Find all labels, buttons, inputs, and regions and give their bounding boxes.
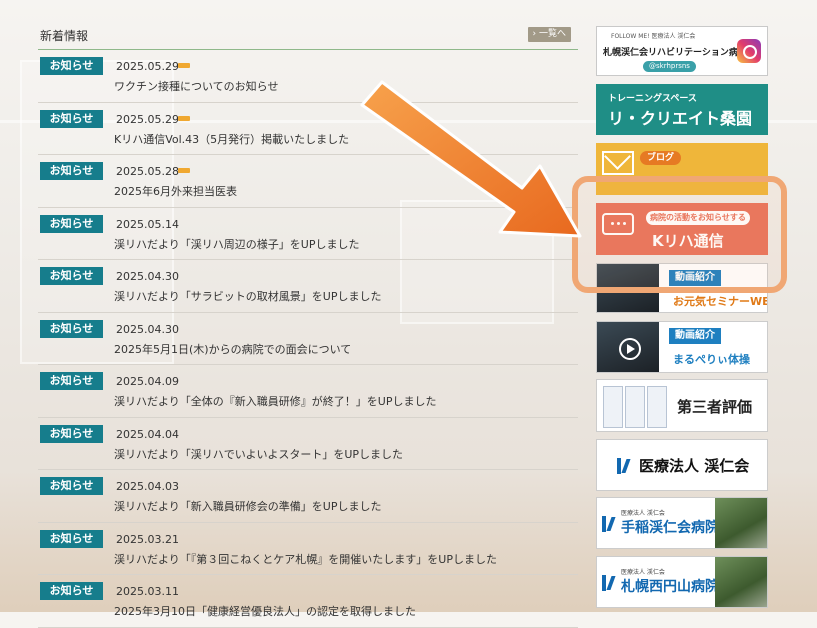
- news-headline[interactable]: ワクチン接種についてのお知らせ: [114, 78, 278, 94]
- corporation-title: 医療法人 渓仁会: [639, 457, 750, 475]
- exercise-video-banner[interactable]: 動画紹介 まるぺりぃ体操: [596, 321, 768, 373]
- training-space-banner[interactable]: トレーニングスペース リ・クリエイト桑園: [596, 84, 768, 135]
- news-date: 2025.05.29: [116, 60, 179, 73]
- follow-text: FOLLOW ME! 医療法人 渓仁会: [611, 33, 696, 40]
- hospital-name-text: 札幌渓仁会リハビリテーション病院: [603, 48, 747, 58]
- category-badge: お知らせ: [40, 424, 103, 443]
- video-label: 動画紹介: [669, 328, 721, 344]
- news-item[interactable]: お知らせ 2025.05.28 2025年6月外来担当医表: [38, 155, 578, 208]
- news-date: 2025.04.09: [116, 375, 179, 388]
- video-title: お元気セミナーWEB: [673, 295, 768, 308]
- nishimaruyama-hospital-banner[interactable]: 医療法人 渓仁会 札幌西円山病院: [596, 556, 768, 608]
- new-badge: [178, 168, 190, 173]
- instagram-icon: [737, 39, 761, 63]
- news-headline[interactable]: 渓リハだより「新入職員研修会の準備」をUPしました: [114, 498, 381, 514]
- category-badge: お知らせ: [40, 109, 103, 128]
- news-item[interactable]: お知らせ 2025.05.29 Kリハ通信Vol.43（5月発行）掲載いたしました: [38, 103, 578, 155]
- news-headline[interactable]: 渓リハだより「渓リハ周辺の様子」をUPしました: [114, 236, 359, 252]
- news-item[interactable]: お知らせ 2025.03.21 渓リハだより「『第３回こねくとケア札幌』を開催いたし…: [38, 523, 578, 575]
- news-item[interactable]: お知らせ 2025.04.30 2025年5月1日(木)からの病院での面会について: [38, 313, 578, 365]
- hospital-name: 札幌西円山病院: [621, 579, 719, 595]
- news-date: 2025.04.30: [116, 270, 179, 283]
- hospital-corp-text: 医療法人 渓仁会: [621, 510, 665, 517]
- video-thumbnail: [597, 322, 659, 372]
- hospital-photo: [715, 557, 767, 607]
- category-badge: お知らせ: [40, 319, 103, 338]
- news-date: 2025.04.04: [116, 427, 179, 441]
- evaluation-title: 第三者評価: [677, 398, 753, 416]
- category-badge: お知らせ: [40, 162, 103, 180]
- hospital-photo: [715, 498, 767, 548]
- news-headline[interactable]: Kリハ通信Vol.43（5月発行）掲載いたしました: [114, 131, 349, 147]
- new-badge: [178, 115, 190, 121]
- news-headline[interactable]: 渓リハだより「『第３回こねくとケア札幌』を開催いたします」をUPしました: [114, 551, 497, 567]
- certificate-image: [647, 386, 667, 428]
- news-date: 2025.04.03: [116, 480, 179, 493]
- category-badge: お知らせ: [40, 529, 103, 548]
- training-title: リ・クリエイト桑園: [608, 109, 753, 128]
- banner-sidebar: FOLLOW ME! 医療法人 渓仁会 札幌渓仁会リハビリテーション病院 @sk…: [596, 0, 768, 612]
- third-party-evaluation-banner[interactable]: 第三者評価: [596, 379, 768, 432]
- news-date: 2025.05.28: [116, 165, 179, 178]
- news-date: 2025.03.11: [116, 585, 179, 598]
- news-item[interactable]: お知らせ 2025.04.30 渓リハだより「サラビットの取材風景」をUPしました: [38, 260, 578, 313]
- news-header: 新着情報 › 一覧へ: [38, 18, 578, 50]
- news-date: 2025.05.14: [116, 217, 179, 231]
- new-badge: [178, 63, 190, 68]
- category-badge: お知らせ: [40, 372, 103, 390]
- teine-hospital-banner[interactable]: 医療法人 渓仁会 手稲渓仁会病院: [596, 497, 768, 549]
- keijinkai-logo-icon: [617, 458, 633, 474]
- category-badge: お知らせ: [40, 57, 103, 75]
- instagram-banner[interactable]: FOLLOW ME! 医療法人 渓仁会 札幌渓仁会リハビリテーション病院 @sk…: [596, 26, 768, 76]
- news-headline[interactable]: 2025年6月外来担当医表: [114, 183, 237, 199]
- news-headline[interactable]: 2025年3月10日「健康経営優良法人」の認定を取得しました: [114, 603, 416, 619]
- mail-icon: [602, 151, 634, 175]
- highlight-box: [572, 176, 787, 293]
- news-item[interactable]: お知らせ 2025.05.29 ワクチン接種についてのお知らせ: [38, 50, 578, 103]
- category-badge: お知らせ: [40, 582, 103, 600]
- category-badge: お知らせ: [40, 477, 103, 495]
- training-sub: トレーニングスペース: [608, 94, 697, 104]
- news-list: お知らせ 2025.05.29 ワクチン接種についてのお知らせ お知らせ 2025.05…: [38, 50, 578, 628]
- news-headline[interactable]: 2025年5月1日(木)からの病院での面会について: [114, 341, 351, 357]
- blog-tag: ブログ: [640, 151, 682, 165]
- instagram-handle: @skrhprsns: [643, 61, 696, 72]
- news-item[interactable]: お知らせ 2025.04.04 渓リハだより「渓リハでいよいよスタート」をUPしまし…: [38, 418, 578, 470]
- hospital-name: 手稲渓仁会病院: [621, 520, 719, 536]
- news-headline[interactable]: 渓リハだより「全体の『新入職員研修』が終了！」をUPしました: [114, 393, 436, 409]
- news-item[interactable]: お知らせ 2025.03.11 2025年3月10日「健康経営優良法人」の認定を取得…: [38, 575, 578, 628]
- view-all-button[interactable]: › 一覧へ: [527, 27, 571, 42]
- corporation-banner[interactable]: 医療法人 渓仁会: [596, 439, 768, 491]
- news-title: 新着情報: [40, 29, 89, 43]
- news-headline[interactable]: 渓リハだより「サラビットの取材風景」をUPしました: [114, 288, 381, 304]
- news-section: 新着情報 › 一覧へ お知らせ 2025.05.29 ワクチン接種についてのお知らせ…: [38, 18, 578, 628]
- video-title: まるぺりぃ体操: [673, 353, 750, 366]
- news-item[interactable]: お知らせ 2025.04.09 渓リハだより「全体の『新入職員研修』が終了！」をUP…: [38, 365, 578, 418]
- news-date: 2025.04.30: [116, 322, 179, 336]
- certificate-image: [603, 386, 623, 428]
- play-icon: [619, 338, 641, 360]
- hospital-corp-text: 医療法人 渓仁会: [621, 569, 665, 576]
- news-date: 2025.03.21: [116, 532, 179, 546]
- news-headline[interactable]: 渓リハだより「渓リハでいよいよスタート」をUPしました: [114, 446, 403, 462]
- certificate-image: [625, 386, 645, 428]
- keijinkai-logo-icon: [602, 516, 618, 532]
- news-date: 2025.05.29: [116, 112, 179, 126]
- category-badge: お知らせ: [40, 214, 103, 233]
- news-item[interactable]: お知らせ 2025.05.14 渓リハだより「渓リハ周辺の様子」をUPしました: [38, 208, 578, 260]
- category-badge: お知らせ: [40, 267, 103, 285]
- news-item[interactable]: お知らせ 2025.04.03 渓リハだより「新入職員研修会の準備」をUPしました: [38, 470, 578, 523]
- keijinkai-logo-icon: [602, 575, 618, 591]
